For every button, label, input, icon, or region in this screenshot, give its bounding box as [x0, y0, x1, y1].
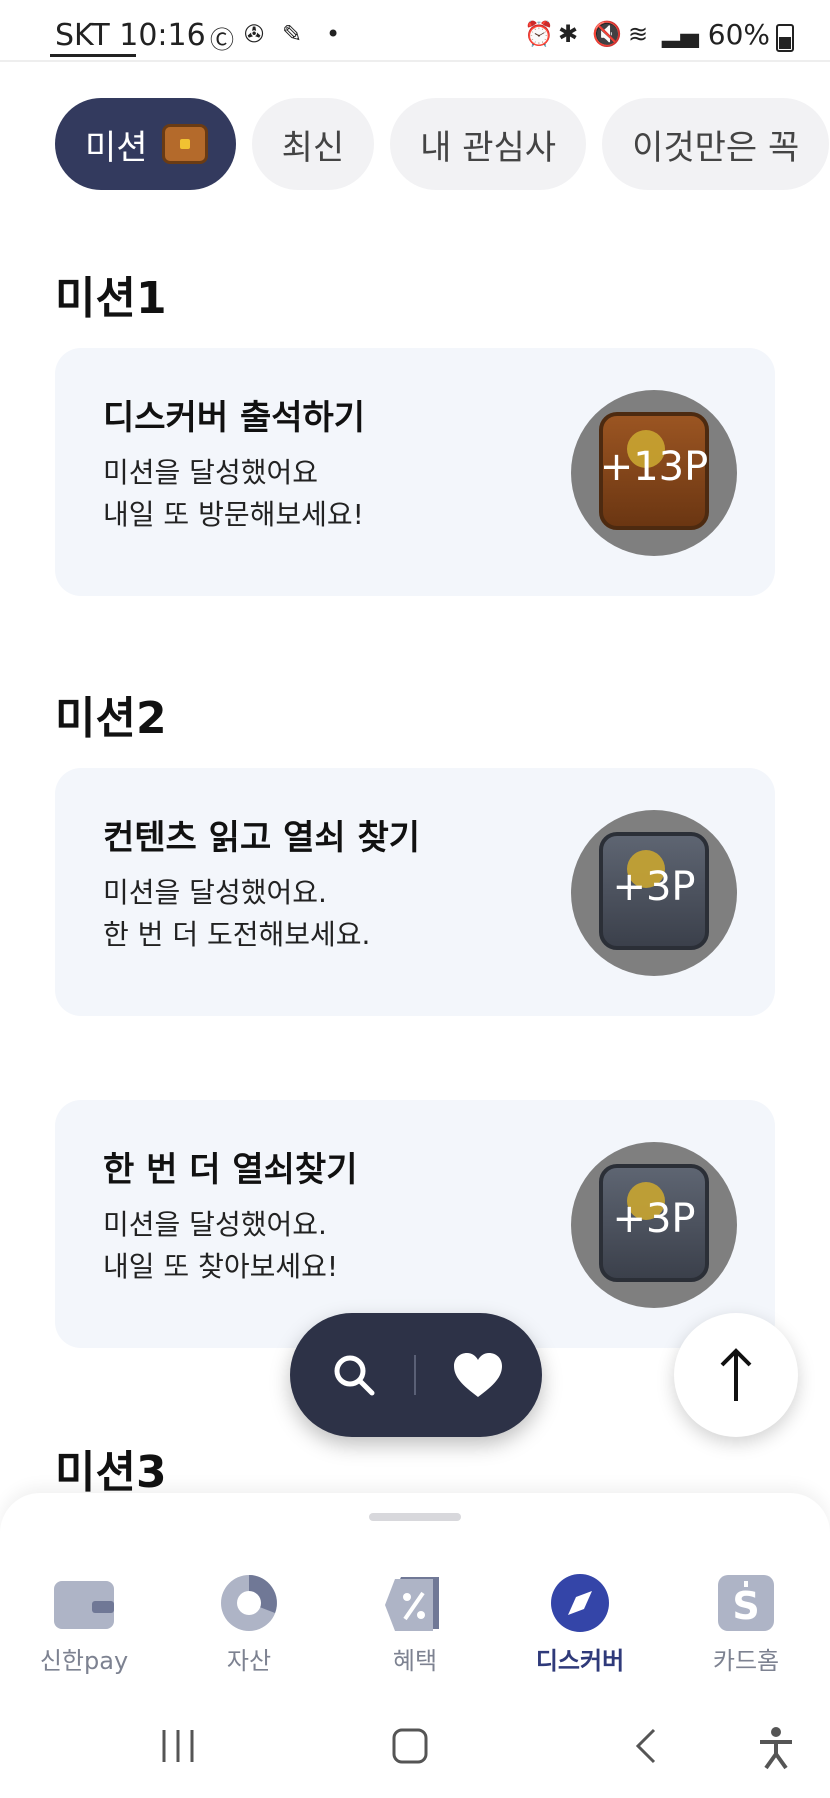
mission-card-title: 컨텐츠 읽고 열쇠 찾기	[103, 818, 421, 858]
tab-my-interests[interactable]: 내 관심사	[390, 98, 587, 190]
reward-badge: +3P	[571, 1142, 737, 1308]
pen-notification-icon: ✎	[282, 20, 303, 48]
nav-label: 자산	[226, 1647, 272, 1675]
reward-badge: +13P	[571, 390, 737, 556]
treasure-chest-icon	[161, 124, 208, 164]
status-underline	[50, 54, 136, 57]
section-title-mission2: 미션2	[55, 693, 167, 744]
card-home-icon: S	[714, 1573, 778, 1633]
mission-card[interactable]: 한 번 더 열쇠찾기 미션을 달성했어요. 내일 또 찾아보세요! +3P	[55, 1100, 775, 1348]
category-tabs: 미션 최신 내 관심사 이것만은 꼭	[55, 98, 830, 190]
home-icon[interactable]	[390, 1726, 430, 1766]
divider	[414, 1355, 416, 1395]
tab-latest-label: 최신	[281, 127, 345, 168]
nav-label: 혜택	[392, 1647, 438, 1675]
more-notifications-icon: •	[326, 20, 341, 48]
compass-icon	[548, 1573, 612, 1633]
mission-card-desc: 미션을 달성했어요 내일 또 방문해보세요!	[103, 456, 364, 531]
arrow-up-icon	[720, 1348, 752, 1401]
mission-card[interactable]: 디스커버 출석하기 미션을 달성했어요 내일 또 방문해보세요! +13P	[55, 348, 775, 596]
mute-icon: 🔇	[592, 20, 622, 48]
section-title-mission3: 미션3	[55, 1447, 167, 1498]
wallet-icon	[52, 1573, 116, 1633]
battery-percent: 60%	[707, 18, 770, 51]
nav-item-benefits[interactable]: 혜택	[345, 1573, 485, 1676]
tab-mission-label: 미션	[85, 127, 148, 168]
nav-item-card-home[interactable]: S 카드홈	[676, 1573, 816, 1676]
alarm-icon: ⏰	[524, 20, 554, 48]
nav-label: 카드홈	[712, 1647, 780, 1675]
mission-card-desc: 미션을 달성했어요. 한 번 더 도전해보세요.	[103, 876, 371, 951]
c-app-icon: Ⓒ	[210, 26, 234, 54]
reward-badge: +3P	[571, 810, 737, 976]
nav-label: 디스커버	[535, 1647, 625, 1675]
status-bar: SKT 10:16 Ⓒ ✇ ✎ • ⏰ ✱ 🔇 ≋ ▂▄ 60%	[0, 0, 830, 62]
nav-item-shinhan-pay[interactable]: 신한pay	[14, 1573, 154, 1676]
reward-points: +13P	[599, 444, 709, 490]
mission-card-title: 디스커버 출석하기	[103, 398, 366, 438]
scroll-to-top-button[interactable]	[674, 1313, 798, 1437]
tab-must-see-label: 이것만은 꼭	[632, 127, 800, 168]
svg-text:S: S	[732, 1584, 759, 1628]
tab-latest[interactable]: 최신	[251, 98, 375, 190]
nav-item-assets[interactable]: 자산	[179, 1573, 319, 1676]
floating-action-bar	[290, 1313, 542, 1437]
back-icon[interactable]	[628, 1726, 668, 1766]
bluetooth-icon: ✱	[558, 20, 579, 48]
recent-apps-icon[interactable]	[158, 1726, 198, 1766]
mission-card[interactable]: 컨텐츠 읽고 열쇠 찾기 미션을 달성했어요. 한 번 더 도전해보세요. +3…	[55, 768, 775, 1016]
sheet-handle[interactable]	[369, 1513, 461, 1521]
section-title-mission1: 미션1	[55, 273, 167, 324]
mission-card-desc: 미션을 달성했어요. 내일 또 찾아보세요!	[103, 1208, 339, 1283]
reward-points: +3P	[612, 864, 696, 910]
status-time: SKT 10:16	[55, 18, 206, 53]
wifi-icon: ≋	[628, 20, 649, 48]
nav-label: 신한pay	[39, 1647, 129, 1675]
system-navigation-bar	[0, 1710, 830, 1780]
search-icon[interactable]	[330, 1351, 378, 1399]
tab-my-interests-label: 내 관심사	[420, 127, 557, 168]
mission-card-title: 한 번 더 열쇠찾기	[103, 1150, 358, 1190]
discount-tag-icon	[383, 1573, 447, 1633]
reward-points: +3P	[612, 1196, 696, 1242]
signal-icon: ▂▄	[662, 20, 699, 48]
pie-chart-icon	[217, 1573, 281, 1633]
battery-icon	[776, 24, 794, 52]
tab-must-see[interactable]: 이것만은 꼭	[602, 98, 830, 190]
accessibility-icon[interactable]	[756, 1726, 796, 1770]
tab-mission[interactable]: 미션	[55, 98, 236, 190]
nav-item-discover[interactable]: 디스커버	[510, 1573, 650, 1676]
app-notification-icon: ✇	[244, 20, 265, 48]
heart-icon[interactable]	[452, 1351, 504, 1399]
